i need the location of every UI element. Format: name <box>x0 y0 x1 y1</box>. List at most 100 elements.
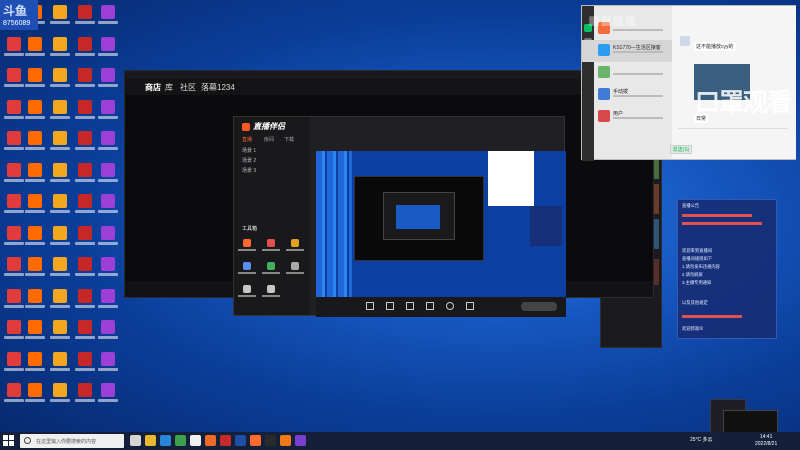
desktop-app-icon[interactable] <box>4 382 24 402</box>
chat-list-item[interactable] <box>582 62 672 84</box>
app-icon[interactable] <box>250 435 261 446</box>
desktop-app-icon[interactable] <box>98 319 118 339</box>
desktop-app-icon[interactable] <box>50 99 70 119</box>
stream-preview[interactable] <box>316 151 566 297</box>
desktop-app-icon[interactable] <box>75 130 95 150</box>
wechat-icon[interactable] <box>175 435 186 446</box>
start-live-button[interactable] <box>521 302 557 311</box>
desktop-app-icon[interactable] <box>25 225 45 245</box>
desktop-app-icon[interactable] <box>25 193 45 213</box>
desktop-app-icon[interactable] <box>25 67 45 87</box>
desktop-app-icon[interactable] <box>75 288 95 308</box>
desktop-app-icon[interactable] <box>75 319 95 339</box>
desktop-app-icon[interactable] <box>50 193 70 213</box>
desktop-app-icon[interactable] <box>75 99 95 119</box>
desktop-app-icon[interactable] <box>50 382 70 402</box>
desktop-app-icon[interactable] <box>25 319 45 339</box>
tool-button[interactable] <box>238 285 256 299</box>
scene-row[interactable]: 场景 1 <box>242 147 256 154</box>
desktop-app-icon[interactable] <box>98 36 118 56</box>
tool-button[interactable] <box>238 239 256 253</box>
tool-button[interactable] <box>262 262 280 276</box>
desktop-app-icon[interactable] <box>98 351 118 371</box>
desktop-app-icon[interactable] <box>50 36 70 56</box>
start-button[interactable] <box>2 434 16 448</box>
desktop-app-icon[interactable] <box>4 288 24 308</box>
desktop-app-icon[interactable] <box>50 130 70 150</box>
nav-library[interactable]: 库 <box>165 82 173 93</box>
app-icon[interactable] <box>220 435 231 446</box>
desktop-app-icon[interactable] <box>98 130 118 150</box>
desktop-app-icon[interactable] <box>50 67 70 87</box>
desktop-app-icon[interactable] <box>4 351 24 371</box>
file-explorer-icon[interactable] <box>145 435 156 446</box>
desktop-app-icon[interactable] <box>4 99 24 119</box>
taskbar-clock[interactable]: 14:41 2022/8/21 <box>755 434 777 448</box>
edge-icon[interactable] <box>160 435 171 446</box>
desktop-app-icon[interactable] <box>75 67 95 87</box>
weather-tray[interactable]: 25°C 多云 <box>690 436 713 443</box>
desktop-app-icon[interactable] <box>25 256 45 276</box>
desktop-app-icon[interactable] <box>50 288 70 308</box>
mic-icon[interactable] <box>446 302 454 310</box>
nav-store[interactable]: 商店 <box>145 82 161 93</box>
inner-tab-room[interactable]: 房间 <box>264 136 274 143</box>
desktop-app-icon[interactable] <box>75 256 95 276</box>
app-icon[interactable] <box>265 435 276 446</box>
taskbar-search[interactable]: 在这里输入你要搜索的内容 <box>20 434 124 448</box>
app-icon[interactable] <box>280 435 291 446</box>
desktop-app-icon[interactable] <box>25 288 45 308</box>
tool-button[interactable] <box>238 262 256 276</box>
tool-button[interactable] <box>262 285 280 299</box>
desktop-app-icon[interactable] <box>4 319 24 339</box>
main-titlebar[interactable] <box>125 71 653 79</box>
desktop-app-icon[interactable] <box>98 99 118 119</box>
desktop-app-icon[interactable] <box>75 193 95 213</box>
desktop-app-icon[interactable] <box>4 67 24 87</box>
live-companion-icon[interactable] <box>205 435 216 446</box>
desktop-app-icon[interactable] <box>98 256 118 276</box>
speaker-icon[interactable] <box>466 302 474 310</box>
desktop-app-icon[interactable] <box>75 162 95 182</box>
chat-list-item[interactable]: 手动拨 <box>582 84 672 106</box>
steam-icon[interactable] <box>235 435 246 446</box>
live-companion-window[interactable]: 直播伴侣 直播 房间 下载 场景 1 场景 2 场景 3 工具箱 <box>233 116 566 317</box>
nav-community[interactable]: 社区 <box>180 82 196 93</box>
send-button[interactable]: 发送(S) <box>670 145 692 154</box>
chat-app-icon[interactable] <box>190 435 201 446</box>
desktop-app-icon[interactable] <box>75 4 95 24</box>
tool-button[interactable] <box>262 239 280 253</box>
tool-button[interactable] <box>286 239 304 253</box>
desktop-app-icon[interactable] <box>50 225 70 245</box>
desktop-app-icon[interactable] <box>98 225 118 245</box>
desktop-app-icon[interactable] <box>4 130 24 150</box>
tool-button[interactable] <box>286 262 304 276</box>
scene-row[interactable]: 场景 3 <box>242 167 256 174</box>
nav-user[interactable]: 落幕1234 <box>201 82 235 93</box>
desktop-app-icon[interactable] <box>50 256 70 276</box>
camera-icon[interactable] <box>366 302 374 310</box>
text-icon[interactable] <box>426 302 434 310</box>
desktop-app-icon[interactable] <box>50 162 70 182</box>
app-icon[interactable] <box>295 435 306 446</box>
mini-preview-window[interactable] <box>723 410 778 434</box>
desktop-app-icon[interactable] <box>4 162 24 182</box>
desktop-app-icon[interactable] <box>98 162 118 182</box>
desktop-app-icon[interactable] <box>98 288 118 308</box>
inner-tab-download[interactable]: 下载 <box>284 136 294 143</box>
chat-list-item[interactable]: KS1770—生活区接客 <box>582 40 672 62</box>
desktop-app-icon[interactable] <box>25 99 45 119</box>
desktop-app-icon[interactable] <box>98 67 118 87</box>
desktop-app-icon[interactable] <box>25 130 45 150</box>
desktop-app-icon[interactable] <box>25 162 45 182</box>
desktop-app-icon[interactable] <box>75 382 95 402</box>
desktop-app-icon[interactable] <box>25 351 45 371</box>
desktop-app-icon[interactable] <box>98 193 118 213</box>
desktop-app-icon[interactable] <box>75 36 95 56</box>
desktop-app-icon[interactable] <box>25 382 45 402</box>
desktop-app-icon[interactable] <box>25 36 45 56</box>
desktop-app-icon[interactable] <box>4 193 24 213</box>
desktop-app-icon[interactable] <box>98 382 118 402</box>
desktop-app-icon[interactable] <box>50 319 70 339</box>
desktop-app-icon[interactable] <box>50 4 70 24</box>
